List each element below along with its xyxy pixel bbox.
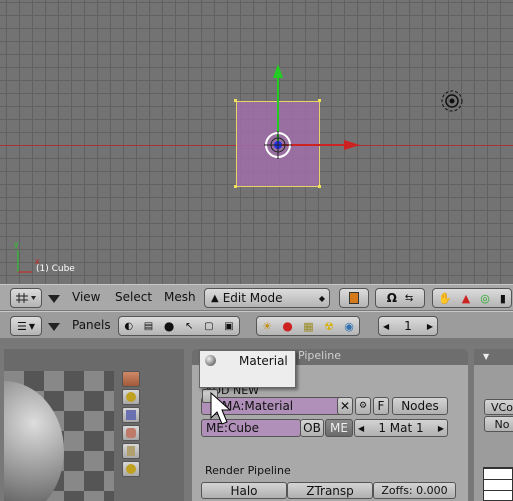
preview-sphere-button[interactable] bbox=[122, 389, 140, 405]
sphere-icon bbox=[126, 392, 136, 402]
editor-type-button-2[interactable]: ☰ ▼ bbox=[10, 316, 42, 336]
halo-label: Halo bbox=[230, 483, 258, 498]
pivot-icon: ⇆ bbox=[404, 292, 414, 304]
edit-mode-icon: ▲ bbox=[211, 292, 219, 304]
ztransp-label: ZTransp bbox=[306, 483, 354, 498]
arrow-right-icon[interactable]: ▶ bbox=[438, 424, 444, 433]
logic-icon[interactable]: ◐ bbox=[124, 321, 133, 332]
no-label: No bbox=[494, 417, 510, 431]
context-buttons[interactable]: ◐ ▤ ● ↖ ▢ ▣ bbox=[118, 316, 240, 336]
lamp-icon[interactable]: ☀ bbox=[262, 320, 272, 333]
shading-select[interactable] bbox=[339, 288, 369, 308]
chevron-down-icon: ▼ bbox=[28, 321, 36, 331]
object-label: (1) Cube bbox=[36, 264, 75, 274]
mode-select-label: Edit Mode bbox=[222, 291, 283, 305]
preview-sky-button[interactable] bbox=[122, 461, 140, 477]
preview-sphere bbox=[4, 381, 64, 501]
panels-collapse-icon[interactable] bbox=[48, 323, 60, 331]
arrow-left-icon[interactable]: ◀ bbox=[358, 424, 364, 433]
translate-icon[interactable]: ▲ bbox=[462, 292, 470, 305]
frame-field[interactable]: ◀ 1 ▶ bbox=[378, 316, 438, 336]
cube-icon bbox=[126, 410, 136, 420]
nodes-button[interactable]: Nodes bbox=[392, 397, 448, 415]
script-icon[interactable]: ▤ bbox=[144, 321, 153, 332]
fake-user-button[interactable]: F bbox=[373, 397, 389, 415]
cube-shading-icon bbox=[349, 292, 359, 304]
color-table bbox=[483, 467, 513, 501]
me-button[interactable]: ME bbox=[325, 419, 353, 437]
panels-label: Panels bbox=[72, 318, 111, 332]
preview-hair-button[interactable] bbox=[122, 443, 140, 459]
preview-cube-button[interactable] bbox=[122, 407, 140, 423]
zoffs-label: Zoffs: 0.000 bbox=[381, 484, 448, 497]
me-label: ME bbox=[330, 421, 348, 435]
editor-type-button[interactable] bbox=[10, 288, 42, 308]
buttons-header: ☰ ▼ Panels ◐ ▤ ● ↖ ▢ ▣ ☀ ● ▦ ☢ ◉ ◀ 1 ▶ bbox=[0, 311, 513, 339]
grid-icon bbox=[16, 293, 36, 303]
ob-label: OB bbox=[303, 421, 321, 435]
menu-mesh[interactable]: Mesh bbox=[164, 290, 196, 304]
arrow-left-icon[interactable]: ◀ bbox=[383, 322, 389, 331]
scale-icon[interactable]: ▮ bbox=[500, 292, 506, 305]
material-preview bbox=[4, 371, 114, 501]
menu-select[interactable]: Select bbox=[115, 290, 152, 304]
no-button[interactable]: No bbox=[484, 416, 513, 432]
object-icon[interactable]: ↖ bbox=[185, 321, 193, 332]
material-sphere-icon bbox=[205, 355, 216, 366]
magnet-icon: Ω bbox=[386, 291, 397, 305]
frame-value: 1 bbox=[404, 319, 412, 333]
zoffs-field[interactable]: Zoffs: 0.000 bbox=[373, 482, 456, 499]
viewport-header: View Select Mesh ▲ Edit Mode ◆ Ω ⇆ ✋ ▲ ◎… bbox=[0, 284, 513, 311]
next-panel-header[interactable]: ▼ bbox=[474, 349, 513, 365]
buttons-window-icon: ☰ bbox=[16, 319, 27, 333]
material-name: MA:Material bbox=[222, 399, 294, 413]
car-icon: ⚙ bbox=[358, 401, 368, 411]
3d-viewport[interactable]: x y (1) Cube bbox=[0, 0, 513, 284]
texture-icon[interactable]: ▦ bbox=[303, 320, 313, 333]
material-icon[interactable]: ● bbox=[282, 319, 292, 333]
menu-collapse-icon[interactable] bbox=[48, 295, 60, 303]
preview-flat-button[interactable] bbox=[122, 371, 140, 387]
nodes-label: Nodes bbox=[401, 399, 439, 413]
render-pipeline-label: Render Pipeline bbox=[205, 464, 291, 477]
car-icon-button[interactable]: ⚙ bbox=[355, 397, 371, 415]
monkey-icon bbox=[126, 428, 136, 438]
panel-collapse-icon[interactable]: ▼ bbox=[483, 352, 489, 361]
mode-select[interactable]: ▲ Edit Mode ◆ bbox=[204, 288, 330, 308]
axis-y-label: y bbox=[14, 240, 19, 249]
material-browse-popup: Material bbox=[199, 350, 296, 388]
ob-button[interactable]: OB bbox=[300, 419, 324, 437]
arrow-right-icon[interactable]: ▶ bbox=[427, 322, 433, 331]
shading-subcontext[interactable]: ☀ ● ▦ ☢ ◉ bbox=[256, 316, 360, 336]
hair-icon bbox=[127, 446, 135, 456]
vcol-button[interactable]: VCo bbox=[484, 399, 513, 415]
sky-sphere-icon bbox=[126, 464, 136, 474]
unlink-material-button[interactable]: ✕ bbox=[337, 397, 353, 415]
pivot-select[interactable]: Ω ⇆ bbox=[375, 288, 425, 308]
transform-manipulator[interactable] bbox=[0, 0, 513, 284]
vcol-label: VCo bbox=[491, 400, 513, 414]
close-icon: ✕ bbox=[339, 399, 351, 413]
rotate-icon[interactable]: ◎ bbox=[480, 292, 490, 305]
popup-item-material[interactable]: Material bbox=[239, 354, 288, 368]
mouse-cursor-icon bbox=[210, 392, 232, 425]
chevron-updown-icon: ◆ bbox=[318, 293, 325, 303]
preview-monkey-button[interactable] bbox=[122, 425, 140, 441]
hand-icon[interactable]: ✋ bbox=[438, 292, 452, 305]
next-panel: ▼ VCo No bbox=[474, 349, 513, 501]
editing-icon[interactable]: ▢ bbox=[204, 321, 213, 332]
shading-icon[interactable]: ● bbox=[164, 319, 174, 333]
preview-panel bbox=[4, 349, 184, 501]
manipulator-group[interactable]: ✋ ▲ ◎ ▮ bbox=[432, 288, 512, 308]
ztransp-button[interactable]: ZTransp bbox=[287, 482, 373, 499]
material-index: 1 Mat 1 bbox=[378, 421, 424, 435]
world-icon[interactable]: ◉ bbox=[344, 320, 354, 333]
scene-icon[interactable]: ▣ bbox=[224, 321, 233, 332]
halo-button[interactable]: Halo bbox=[201, 482, 287, 499]
f-label: F bbox=[377, 399, 385, 413]
menu-view[interactable]: View bbox=[72, 290, 100, 304]
material-index-field[interactable]: ◀ 1 Mat 1 ▶ bbox=[354, 419, 448, 437]
radio-icon[interactable]: ☢ bbox=[324, 320, 334, 333]
